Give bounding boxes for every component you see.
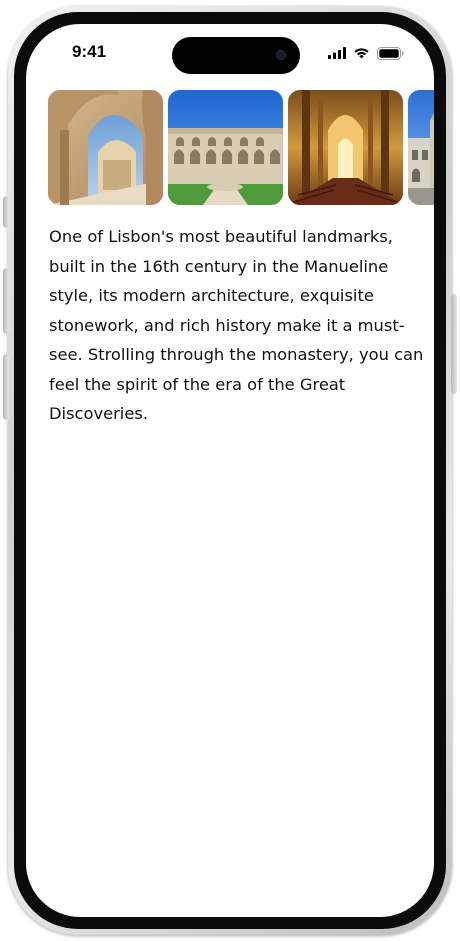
action-button [3, 196, 9, 228]
phone-screen: 9:41 One of Lisbon's most beautiful land… [26, 24, 434, 917]
volume-up-button [3, 268, 9, 334]
wifi-icon [354, 48, 369, 59]
status-time: 9:41 [72, 42, 107, 61]
front-camera [276, 50, 286, 60]
photo-gallery[interactable] [48, 90, 434, 207]
phone-frame: 9:41 One of Lisbon's most beautiful land… [3, 6, 457, 935]
status-bar: 9:41 [26, 24, 434, 78]
status-icons [328, 46, 404, 60]
landmark-description: One of Lisbon's most beautiful landmarks… [49, 227, 424, 423]
cloister-courtyard-photo[interactable] [168, 90, 283, 205]
gallery-track [48, 90, 434, 205]
cloister-arches-photo[interactable] [48, 90, 163, 205]
battery-icon [377, 46, 404, 60]
volume-down-button [3, 354, 9, 420]
cellular-signal-icon [328, 47, 346, 59]
church-nave-photo[interactable] [288, 90, 403, 205]
dynamic-island [172, 37, 300, 74]
power-button [451, 294, 457, 394]
monastery-facade-photo[interactable] [408, 90, 434, 205]
phone-bezel: 9:41 One of Lisbon's most beautiful land… [14, 12, 446, 929]
